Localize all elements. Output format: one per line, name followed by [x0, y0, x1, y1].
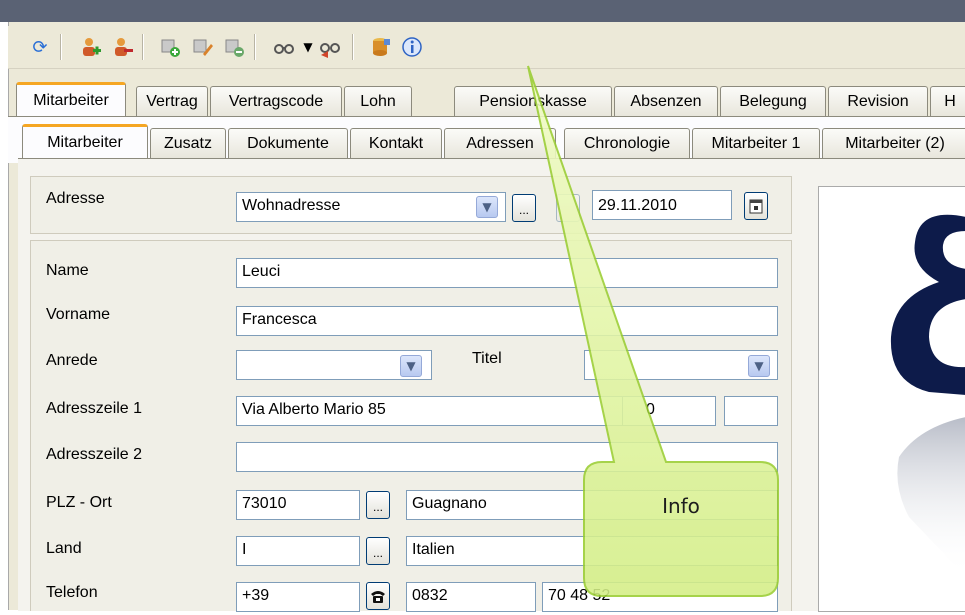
- tab-mitarbeiter[interactable]: Mitarbeiter: [16, 82, 126, 116]
- info-callout-text: Info: [662, 494, 700, 518]
- info-callout: [527, 65, 779, 597]
- subtab-mitarbeiter[interactable]: Mitarbeiter: [22, 124, 148, 158]
